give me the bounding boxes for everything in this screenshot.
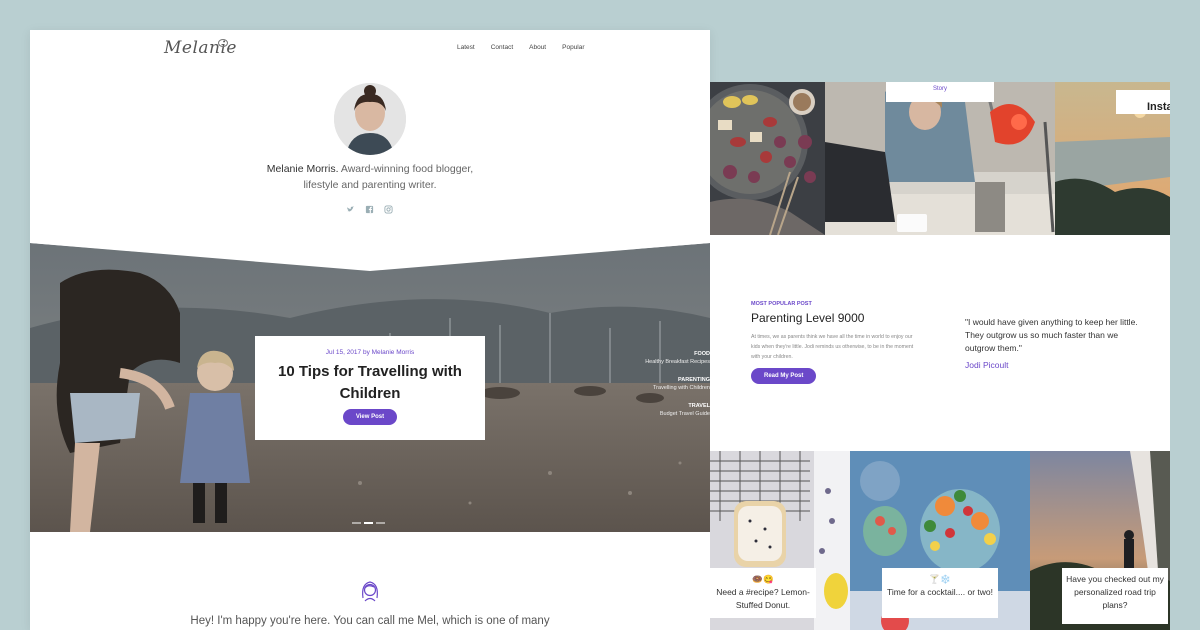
social-links [346,205,393,214]
bio-line-2: lifestyle and parenting writer. [303,179,437,191]
post-title[interactable]: 10 Tips for Travelling with Children [255,361,485,405]
woman-working-image[interactable] [825,82,1055,235]
instagram-icon[interactable] [384,205,393,214]
profile-name: Melanie Morris. [266,163,339,175]
featured-post-card: Jul 15, 2017 by Melanie Morris 10 Tips f… [255,336,485,440]
side-category-item[interactable]: TRAVEL Budget Travel Guide [645,402,710,418]
blog-sections-panel: Story Insta MOST POPULAR POST Parenting … [710,82,1170,630]
instagram-caption: Have you checked out my personalized roa… [1062,568,1168,624]
avatar [334,83,406,155]
nav-item-contact[interactable]: Contact [491,44,513,51]
twitter-icon[interactable] [346,205,355,214]
slider-side-categories: FOOD Healthy Breakfast Recipes PARENTING… [645,350,710,428]
slider-dot[interactable] [376,522,385,524]
slider-dots [352,522,385,524]
bio-line-1: Award-winning food blogger, [340,163,474,175]
side-category-item[interactable]: FOOD Healthy Breakfast Recipes [645,350,710,366]
quote-text: "I would have given anything to keep her… [965,317,1138,353]
most-popular-excerpt: At times, we as parents think we have al… [751,334,914,360]
girl-face-icon [362,581,378,602]
most-popular-title[interactable]: Parenting Level 9000 [751,311,864,325]
view-post-button[interactable]: View Post [342,409,398,425]
main-nav: Latest Contact About Popular [457,44,585,51]
food-platter-image[interactable] [710,82,825,235]
blog-homepage-panel: Melanie Latest Contact About Popular Mel… [30,30,710,630]
nav-item-latest[interactable]: Latest [457,44,475,51]
side-category-item[interactable]: PARENTING Travelling with Children [645,376,710,392]
nav-item-about[interactable]: About [529,44,546,51]
most-popular-label: MOST POPULAR POST [751,301,812,307]
logo-cupcake-icon [218,39,228,47]
instagram-caption: 🍸❄️ Time for a cocktail.... or two! [882,568,998,618]
quote-author[interactable]: Jodi Picoult [965,360,1008,370]
featured-post-slider: Jul 15, 2017 by Melanie Morris 10 Tips f… [30,243,710,532]
story-label[interactable]: Story [886,82,994,102]
instagram-caption: 🍩😋 Need a #recipe? Lemon-Stuffed Donut. [710,568,816,618]
facebook-icon[interactable] [365,205,374,214]
read-my-post-button[interactable]: Read My Post [751,368,817,384]
post-meta: Jul 15, 2017 by Melanie Morris [325,349,415,356]
profile-bio: Melanie Morris. Award-winning food blogg… [210,161,530,193]
instagram-section-label[interactable]: Insta [1116,90,1170,114]
slider-dot[interactable] [352,522,361,524]
slider-dot-active[interactable] [364,522,373,524]
intro-text: Hey! I'm happy you're here. You can call… [190,615,550,627]
nav-item-popular[interactable]: Popular [562,44,584,51]
